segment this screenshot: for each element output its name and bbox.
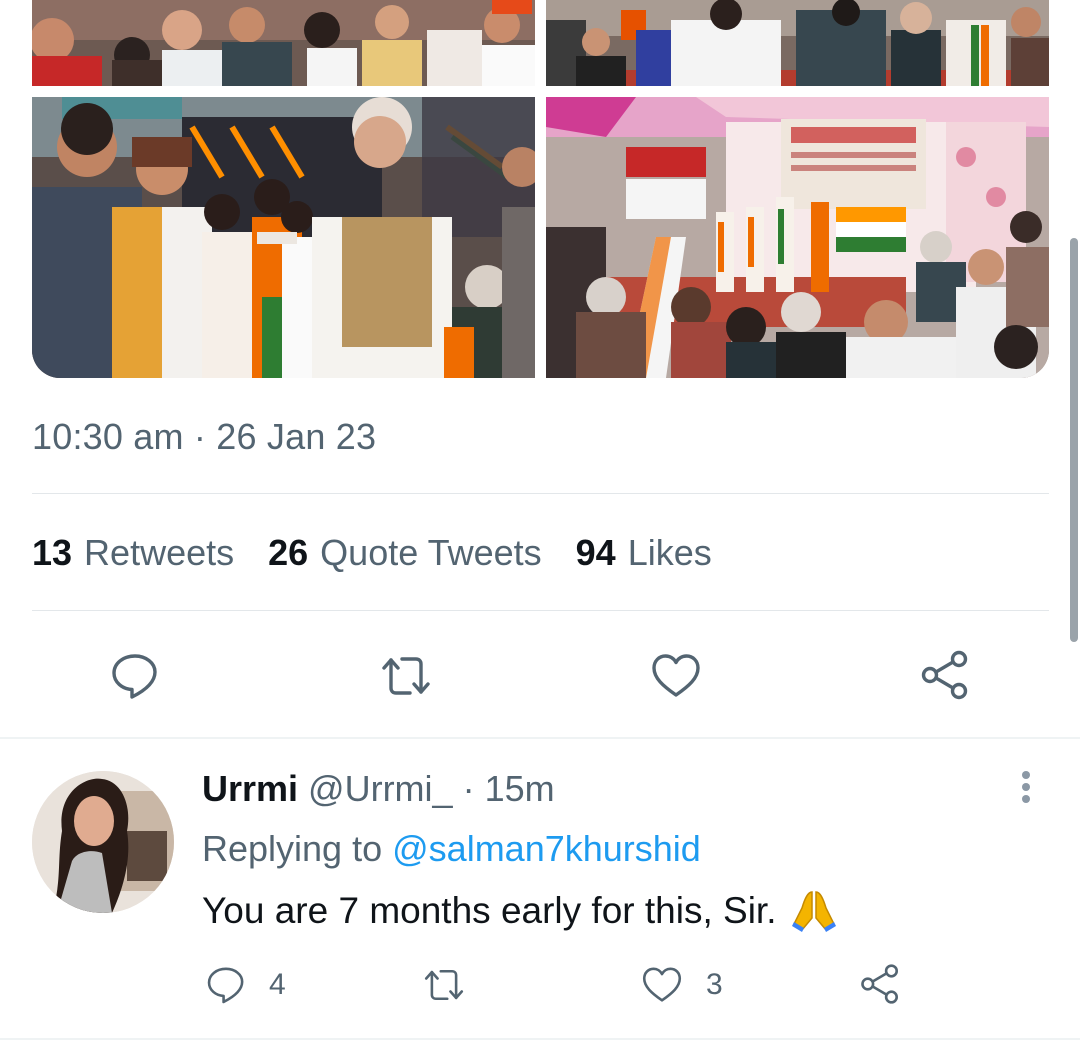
- tweet-photo-2[interactable]: [546, 0, 1049, 86]
- quote-tweets-label: Quote Tweets: [320, 532, 542, 573]
- replying-to-handle-link[interactable]: @salman7khurshid: [392, 828, 701, 869]
- divider: [0, 737, 1080, 739]
- replying-to: Replying to @salman7khurshid: [202, 828, 701, 870]
- reply-count: 4: [269, 968, 286, 1001]
- photo-stage-performance: [546, 97, 1049, 378]
- reply-text-body: You are 7 months early for this, Sir.: [202, 890, 777, 931]
- like-icon: [652, 654, 700, 697]
- tweet-photo-1[interactable]: [32, 0, 535, 86]
- quote-tweets-stat[interactable]: 26 Quote Tweets: [268, 532, 542, 574]
- divider: [32, 493, 1049, 494]
- like-icon: [642, 967, 682, 1002]
- reply-like-button[interactable]: 3: [640, 964, 723, 1006]
- like-button[interactable]: [650, 650, 702, 702]
- quote-tweets-count: 26: [268, 532, 309, 573]
- retweet-icon: [382, 657, 430, 695]
- tweet-photo-4[interactable]: [546, 97, 1049, 378]
- tweet-photo-grid: [32, 0, 1049, 378]
- retweets-stat[interactable]: 13 Retweets: [32, 532, 234, 574]
- likes-label: Likes: [627, 532, 712, 573]
- reply-reply-button[interactable]: 4: [205, 964, 286, 1006]
- retweets-count: 13: [32, 532, 73, 573]
- tweet-timestamp[interactable]: 10:30 am · 26 Jan 23: [32, 416, 376, 458]
- share-button[interactable]: [918, 648, 972, 702]
- photo-felicitation: [32, 97, 535, 378]
- reply-time[interactable]: 15m: [485, 768, 555, 810]
- avatar-photo: [32, 771, 174, 913]
- reply-author-handle[interactable]: @Urrmi_: [308, 768, 453, 810]
- reply-author-name[interactable]: Urrmi: [202, 768, 298, 810]
- divider: [32, 610, 1049, 611]
- retweet-icon: [424, 969, 464, 1001]
- like-count: 3: [706, 968, 723, 1001]
- share-icon: [861, 964, 899, 1004]
- reply-retweet-button[interactable]: [420, 964, 490, 1006]
- avatar[interactable]: [32, 771, 174, 913]
- likes-count: 94: [575, 532, 616, 573]
- folded-hands-icon: [792, 891, 837, 932]
- replying-to-label: Replying to: [202, 828, 383, 869]
- reply-icon: [207, 967, 244, 1004]
- reply-text: You are 7 months early for this, Sir.: [202, 888, 840, 934]
- reply-header: Urrmi @Urrmi_ · 15m: [202, 768, 555, 810]
- retweets-label: Retweets: [84, 532, 235, 573]
- retweet-button[interactable]: [378, 650, 434, 702]
- reply-button[interactable]: [109, 650, 161, 702]
- photo-crowd-flags: [32, 0, 535, 86]
- separator-dot: ·: [462, 768, 475, 809]
- tweet-stats: 13 Retweets 26 Quote Tweets 94 Likes: [32, 532, 712, 574]
- tweet-photo-3[interactable]: [32, 97, 535, 378]
- reply-icon: [112, 654, 157, 699]
- scrollbar-thumb[interactable]: [1070, 238, 1078, 642]
- share-icon: [921, 650, 968, 700]
- photo-crowd-ceremony: [546, 0, 1049, 86]
- reply-share-button[interactable]: [858, 962, 902, 1006]
- more-options-icon[interactable]: [1014, 768, 1038, 804]
- likes-stat[interactable]: 94 Likes: [576, 532, 712, 574]
- divider: [0, 1038, 1080, 1040]
